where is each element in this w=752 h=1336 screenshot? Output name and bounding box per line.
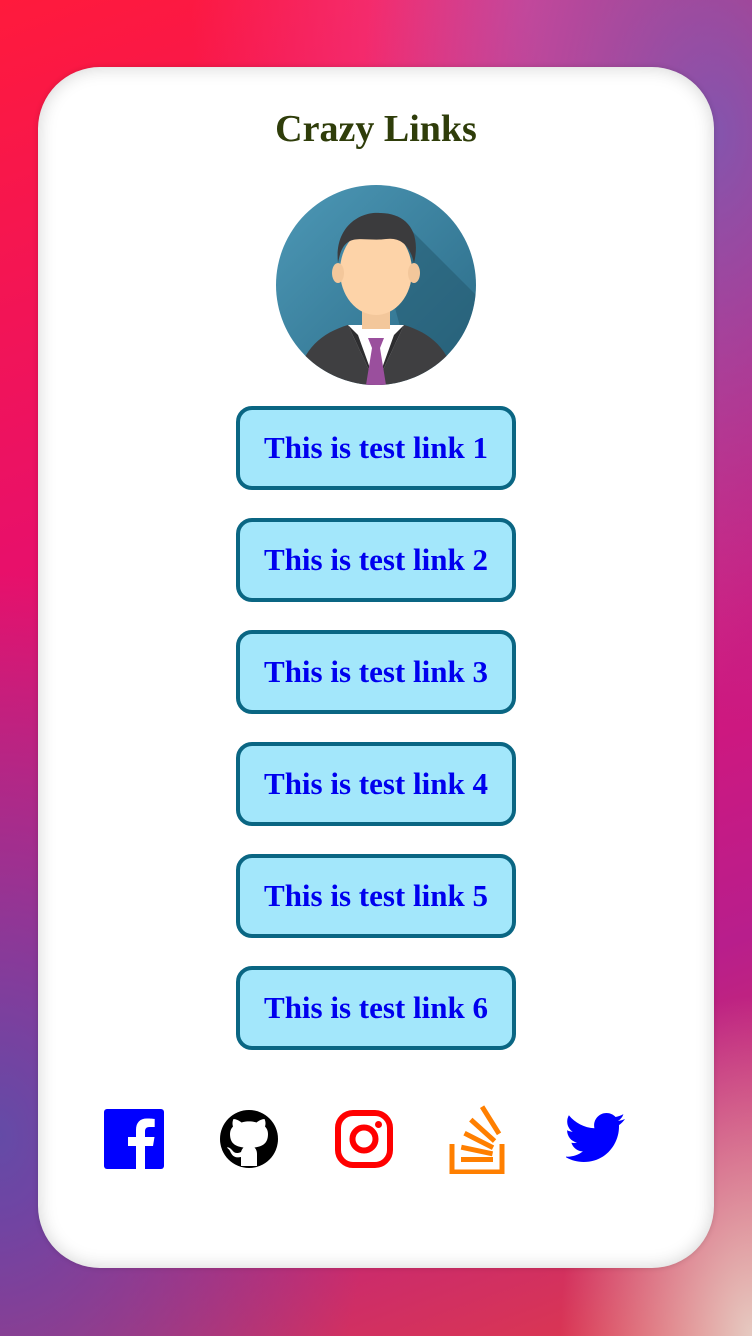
test-link-6-button[interactable]: This is test link 6	[236, 966, 516, 1050]
test-link-4-button[interactable]: This is test link 4	[236, 742, 516, 826]
instagram-icon[interactable]	[332, 1103, 396, 1175]
github-icon[interactable]	[217, 1103, 281, 1175]
test-link-2-button[interactable]: This is test link 2	[236, 518, 516, 602]
links-list: This is test link 1 This is test link 2 …	[236, 406, 516, 1078]
test-link-3-button[interactable]: This is test link 3	[236, 630, 516, 714]
links-card: Crazy Links This is test link 1 This is …	[38, 67, 714, 1268]
test-link-5-button[interactable]: This is test link 5	[236, 854, 516, 938]
social-links	[38, 1103, 714, 1175]
person-avatar-icon	[276, 185, 476, 385]
stackoverflow-icon[interactable]	[447, 1103, 511, 1175]
twitter-icon[interactable]	[564, 1103, 628, 1175]
facebook-icon[interactable]	[102, 1103, 166, 1175]
page-title: Crazy Links	[275, 108, 477, 150]
test-link-1-button[interactable]: This is test link 1	[236, 406, 516, 490]
